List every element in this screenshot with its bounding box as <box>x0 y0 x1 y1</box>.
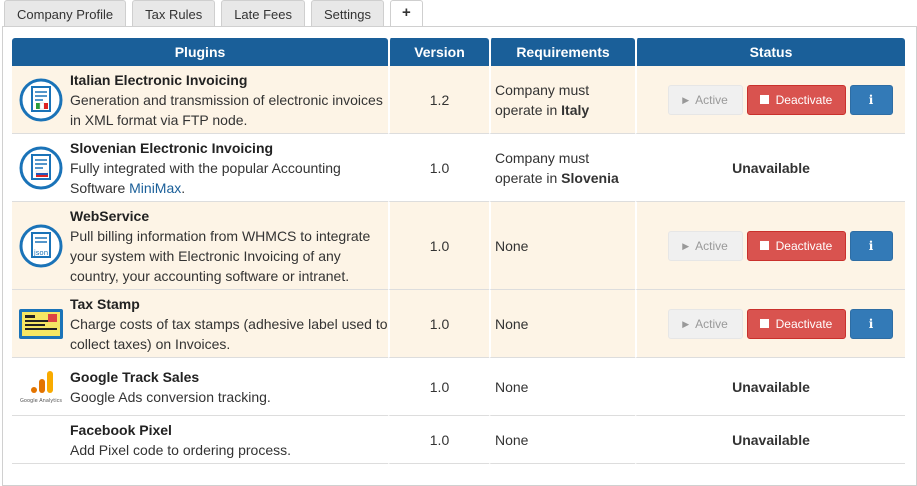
info-button[interactable]: i <box>849 84 893 115</box>
plugin-description: Charge costs of tax stamps (adhesive lab… <box>70 315 388 352</box>
plugin-name: Tax Stamp <box>70 295 140 312</box>
table-row: Slovenian Electronic Invoicing Fully int… <box>12 134 905 202</box>
deactivate-button[interactable]: Deactivate <box>746 308 846 339</box>
tab-settings[interactable]: Settings <box>311 0 384 27</box>
header-version: Version <box>388 38 489 66</box>
minimax-link[interactable]: MiniMax <box>129 180 181 196</box>
table-row: Italian Electronic Invoicing Generation … <box>12 66 905 134</box>
stop-icon <box>759 241 769 250</box>
plugins-panel: Plugins Version Requirements Status Ital… <box>2 26 917 486</box>
status-unavailable: Unavailable <box>635 134 905 202</box>
plugin-description: Add Pixel code to ordering process. <box>70 441 292 458</box>
stop-icon <box>759 95 769 104</box>
svg-text:json: json <box>33 249 48 257</box>
plugin-description: Pull billing information from WHMCS to i… <box>70 227 371 284</box>
tab-bar: Company Profile Tax Rules Late Fees Sett… <box>4 0 423 28</box>
header-status: Status <box>635 38 905 66</box>
play-icon: ▶ <box>682 240 690 251</box>
table-row: Facebook Pixel Add Pixel code to orderin… <box>12 416 905 464</box>
plugin-version: 1.0 <box>388 202 489 290</box>
plugin-name: Google Track Sales <box>70 368 200 385</box>
active-button[interactable]: ▶ Active <box>667 84 743 115</box>
play-icon: ▶ <box>682 318 690 329</box>
plugin-requirements: Company must operate in Slovenia <box>489 134 635 202</box>
add-tab-button[interactable]: + <box>390 0 423 28</box>
table-row: json WebService Pull billing information… <box>12 202 905 290</box>
plugin-version: 1.2 <box>388 66 489 134</box>
tab-tax-rules[interactable]: Tax Rules <box>132 0 216 27</box>
slovenian-invoice-icon <box>12 146 70 190</box>
plugin-requirements: None <box>489 202 635 290</box>
plugin-version: 1.0 <box>388 134 489 202</box>
plugin-requirements: Company must operate in Italy <box>489 66 635 134</box>
plugin-requirements: None <box>489 290 635 358</box>
deactivate-button[interactable]: Deactivate <box>746 230 846 261</box>
header-plugins: Plugins <box>12 38 388 66</box>
plugin-description: Fully integrated with the popular Accoun… <box>70 159 341 196</box>
plugin-name: Slovenian Electronic Invoicing <box>70 139 274 156</box>
header-requirements: Requirements <box>489 38 635 66</box>
active-button[interactable]: ▶ Active <box>667 230 743 261</box>
plugin-version: 1.0 <box>388 416 489 464</box>
italian-invoice-icon <box>12 78 70 122</box>
json-document-icon: json <box>12 224 70 268</box>
play-icon: ▶ <box>682 94 690 105</box>
plugin-description: Generation and transmission of electroni… <box>70 91 383 128</box>
plugin-version: 1.0 <box>388 358 489 416</box>
plugin-version: 1.0 <box>388 290 489 358</box>
plugins-table: Plugins Version Requirements Status Ital… <box>12 38 905 464</box>
plugin-name: WebService <box>70 207 150 224</box>
active-button[interactable]: ▶ Active <box>667 308 743 339</box>
tab-late-fees[interactable]: Late Fees <box>221 0 306 27</box>
status-unavailable: Unavailable <box>635 416 905 464</box>
plugin-name: Facebook Pixel <box>70 421 172 438</box>
plugin-name: Italian Electronic Invoicing <box>70 71 248 88</box>
table-row: Tax Stamp Charge costs of tax stamps (ad… <box>12 290 905 358</box>
info-button[interactable]: i <box>849 230 893 261</box>
stop-icon <box>759 319 769 328</box>
status-unavailable: Unavailable <box>635 358 905 416</box>
plugin-requirements: None <box>489 416 635 464</box>
plugin-requirements: None <box>489 358 635 416</box>
table-row: Google Analytics Google Track Sales Goog… <box>12 358 905 416</box>
google-analytics-icon: Google Analytics <box>12 367 70 407</box>
deactivate-button[interactable]: Deactivate <box>746 84 846 115</box>
info-button[interactable]: i <box>849 308 893 339</box>
tab-company-profile[interactable]: Company Profile <box>4 0 127 27</box>
tax-stamp-icon <box>12 308 70 340</box>
table-header-row: Plugins Version Requirements Status <box>12 38 905 66</box>
svg-text:Google Analytics: Google Analytics <box>20 398 62 404</box>
plugin-description: Google Ads conversion tracking. <box>70 388 271 405</box>
